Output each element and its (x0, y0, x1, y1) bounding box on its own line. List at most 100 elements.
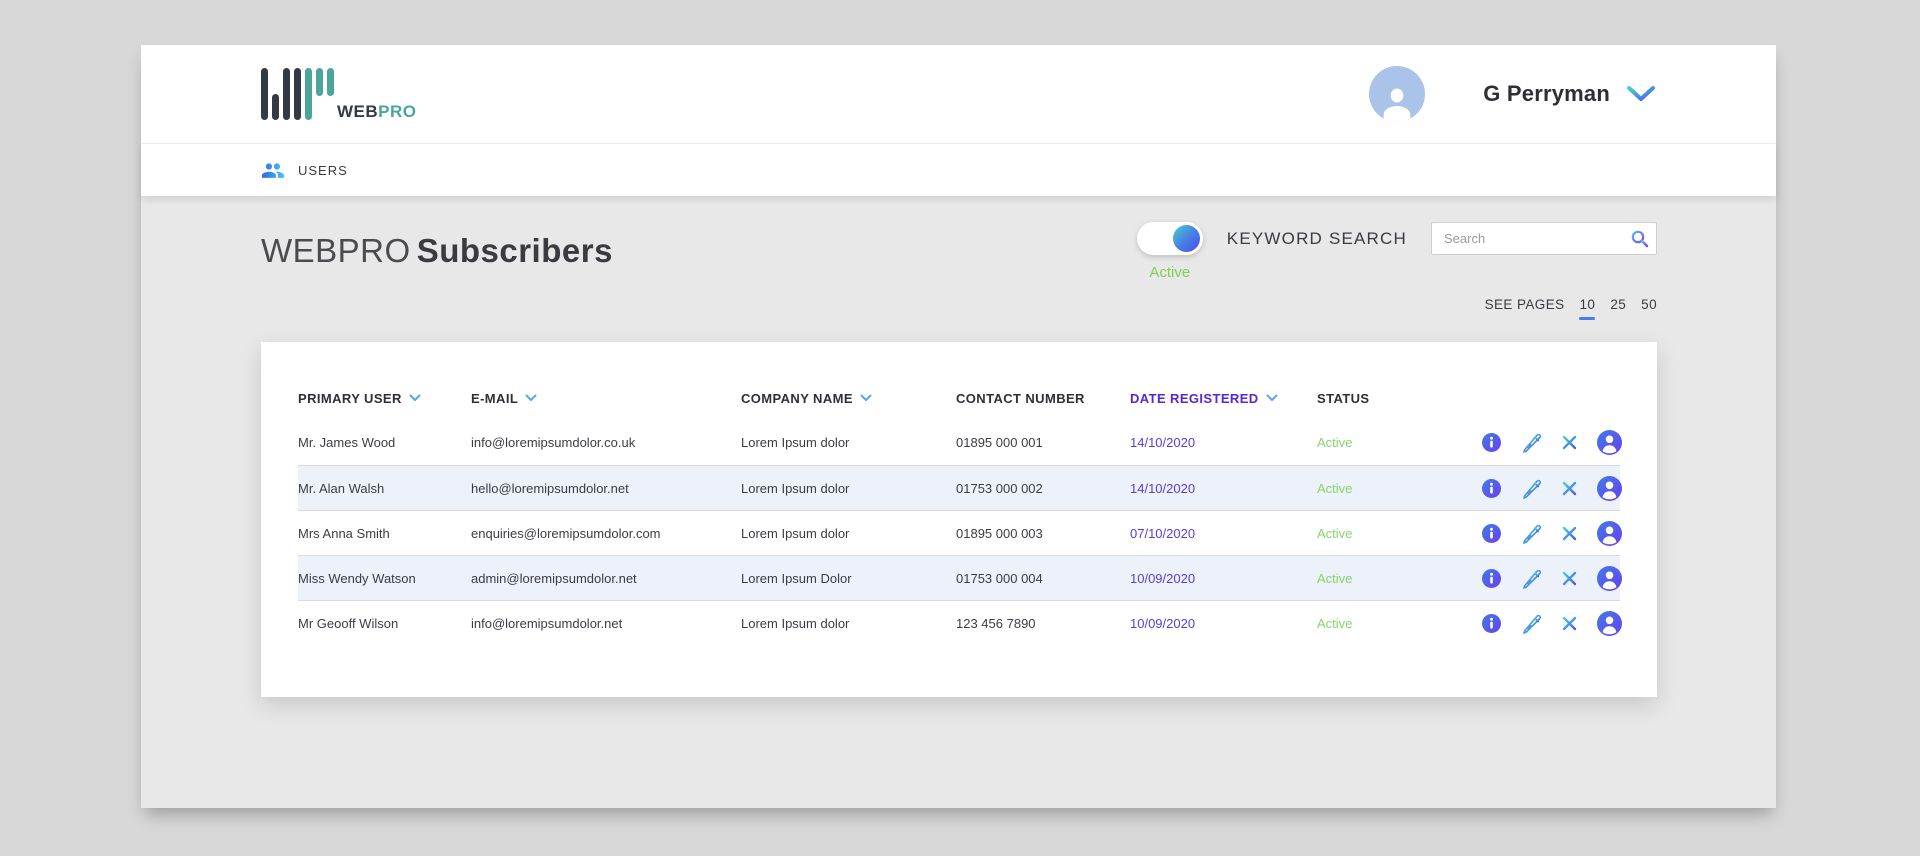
info-icon[interactable] (1482, 613, 1501, 633)
cell-primary-user: Miss Wendy Watson (298, 570, 416, 586)
status-badge: Active (1317, 435, 1353, 450)
page-size-50[interactable]: 50 (1641, 297, 1657, 312)
table-row: Mrs Anna Smith enquiries@loremipsumdolor… (298, 510, 1622, 555)
page-title: WEBPRO Subscribers (261, 232, 613, 270)
delete-x-icon[interactable] (1562, 435, 1577, 450)
column-header-contact-number: CONTACT NUMBER (956, 390, 1085, 406)
user-profile-icon[interactable] (1597, 565, 1622, 591)
cell-primary-user: Mr Geooff Wilson (298, 615, 399, 631)
cell-company: Lorem Ipsum Dolor (741, 570, 852, 586)
page-size-10[interactable]: 10 (1580, 297, 1596, 312)
sidebar-item-users[interactable]: USERS (261, 161, 348, 180)
keyword-search-label: KEYWORD SEARCH (1226, 229, 1407, 248)
delete-x-icon[interactable] (1562, 616, 1577, 631)
cell-email: info@loremipsumdolor.co.uk (471, 435, 636, 450)
user-name: G Perryman (1483, 81, 1610, 106)
active-toggle-group: Active (1136, 222, 1203, 281)
cell-date-registered: 14/10/2020 (1130, 480, 1196, 496)
table-row: Mr. Alan Walsh hello@loremipsumdolor.net… (298, 465, 1622, 510)
info-icon[interactable] (1482, 523, 1501, 543)
logo-bars-icon (261, 68, 334, 120)
info-icon[interactable] (1482, 568, 1501, 588)
user-menu[interactable]: G Perryman (1369, 66, 1656, 122)
row-actions (1478, 475, 1622, 501)
cell-primary-user: Mr. James Wood (298, 435, 396, 450)
page-size-25[interactable]: 25 (1610, 297, 1626, 312)
status-badge: Active (1317, 525, 1353, 541)
active-filter-toggle[interactable] (1136, 222, 1203, 255)
cell-primary-user: Mr. Alan Walsh (298, 480, 385, 496)
status-badge: Active (1317, 480, 1353, 496)
app-header: WEBPRO G Perryman (141, 45, 1776, 143)
edit-pencil-icon[interactable] (1521, 478, 1542, 499)
avatar[interactable] (1369, 66, 1426, 122)
cell-date-registered: 07/10/2020 (1130, 525, 1196, 541)
delete-x-icon[interactable] (1562, 481, 1577, 496)
edit-pencil-icon[interactable] (1521, 613, 1542, 634)
filter-controls: Active KEYWORD SEARCH (1136, 222, 1657, 281)
row-actions (1478, 610, 1622, 636)
logo-text: WEBPRO (337, 102, 417, 121)
user-profile-icon[interactable] (1597, 430, 1622, 455)
sort-chevron-icon (1266, 394, 1278, 401)
cell-company: Lorem Ipsum dolor (741, 480, 850, 496)
webpro-logo[interactable]: WEBPRO (261, 68, 417, 120)
cell-company: Lorem Ipsum dolor (741, 435, 850, 450)
table-row: Mr Geooff Wilson info@loremipsumdolor.ne… (298, 600, 1622, 645)
users-group-icon (262, 162, 284, 178)
cell-company: Lorem Ipsum dolor (741, 525, 850, 541)
column-header-email[interactable]: E-MAIL (471, 391, 741, 406)
cell-contact: 123 456 7890 (956, 615, 1036, 631)
nav-bar: USERS (141, 143, 1776, 196)
column-header-date-registered[interactable]: DATE REGISTERED (1130, 391, 1317, 406)
cell-contact: 01895 000 001 (956, 435, 1043, 450)
cell-primary-user: Mrs Anna Smith (298, 525, 390, 541)
cell-contact: 01753 000 004 (956, 570, 1043, 586)
chevron-down-icon[interactable] (1626, 85, 1656, 103)
cell-company: Lorem Ipsum dolor (741, 615, 850, 631)
column-header-company-name[interactable]: COMPANY NAME (741, 391, 956, 406)
info-icon[interactable] (1482, 478, 1501, 498)
table-header-row: PRIMARY USER E-MAIL COMPANY NAME CONTACT… (298, 376, 1620, 420)
user-profile-icon[interactable] (1597, 520, 1622, 546)
delete-x-icon[interactable] (1562, 526, 1577, 541)
search-box (1431, 222, 1657, 255)
cell-date-registered: 10/09/2020 (1130, 615, 1196, 631)
toggle-state-label: Active (1149, 264, 1191, 281)
page-title-bold: Subscribers (416, 232, 613, 269)
person-icon (1383, 88, 1411, 122)
table-row: Mr. James Wood info@loremipsumdolor.co.u… (298, 420, 1622, 465)
table-row: Miss Wendy Watson admin@loremipsumdolor.… (298, 555, 1622, 600)
delete-x-icon[interactable] (1562, 571, 1577, 586)
edit-pencil-icon[interactable] (1521, 523, 1542, 544)
nav-users-label: USERS (298, 162, 348, 178)
info-icon[interactable] (1482, 433, 1501, 452)
pagination-size-selector: SEE PAGES 10 25 50 (261, 297, 1657, 312)
page-container: WEBPRO G Perryman USERS WEBPRO Subscribe… (141, 45, 1776, 808)
main-content: WEBPROSubscribers Active KEYWORD SEARCH (141, 196, 1776, 808)
subscribers-table-card: PRIMARY USER E-MAIL COMPANY NAME CONTACT… (261, 342, 1657, 697)
user-profile-icon[interactable] (1597, 610, 1622, 636)
status-badge: Active (1317, 615, 1353, 631)
sort-chevron-icon (525, 394, 537, 401)
column-header-primary-user[interactable]: PRIMARY USER (298, 391, 471, 406)
cell-contact: 01753 000 002 (956, 480, 1043, 496)
search-input[interactable] (1431, 222, 1657, 255)
see-pages-label: SEE PAGES (1484, 297, 1565, 312)
title-row: WEBPRO Subscribers Active KEYWORD SEARCH (261, 222, 1657, 281)
cell-email: hello@loremipsumdolor.net (471, 480, 629, 496)
edit-pencil-icon[interactable] (1521, 432, 1542, 453)
toggle-knob[interactable] (1172, 225, 1200, 252)
cell-email: info@loremipsumdolor.net (471, 615, 623, 631)
sort-chevron-icon (860, 394, 872, 401)
user-profile-icon[interactable] (1597, 475, 1622, 501)
cell-date-registered: 14/10/2020 (1130, 435, 1196, 450)
cell-contact: 01895 000 003 (956, 525, 1043, 541)
edit-pencil-icon[interactable] (1521, 568, 1542, 589)
cell-date-registered: 10/09/2020 (1130, 570, 1196, 586)
search-icon[interactable] (1630, 229, 1649, 253)
screen: WEBPRO G Perryman USERS WEBPRO Subscribe… (0, 0, 1920, 856)
cell-email: enquiries@loremipsumdolor.com (471, 525, 661, 541)
cell-email: admin@loremipsumdolor.net (471, 570, 637, 586)
status-badge: Active (1317, 570, 1353, 586)
